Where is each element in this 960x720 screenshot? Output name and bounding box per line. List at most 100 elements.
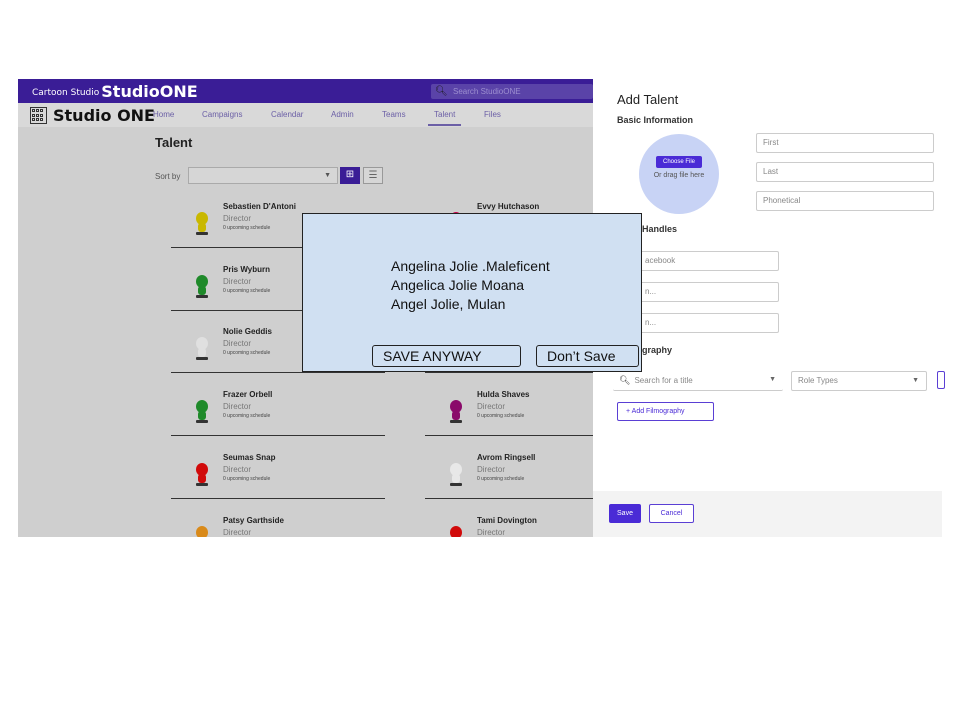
talent-schedule: 0 upcoming schedule bbox=[223, 413, 271, 419]
dialog-message-line: Angel Jolie, Mulan bbox=[391, 296, 506, 312]
avatar-body bbox=[198, 474, 206, 483]
talent-role: Director bbox=[223, 402, 252, 411]
brand-logo[interactable]: Studio ONE bbox=[30, 106, 155, 125]
talent-name: Tami Dovington bbox=[477, 516, 537, 525]
avatar-body bbox=[452, 474, 460, 483]
drag-hint: Or drag file here bbox=[653, 172, 705, 179]
search-icon: 🔍︎ bbox=[435, 86, 448, 97]
app-grid-icon bbox=[30, 107, 47, 124]
character-avatar-icon bbox=[447, 526, 465, 537]
talent-name: Nolie Geddis bbox=[223, 327, 272, 336]
nav-campaigns[interactable]: Campaigns bbox=[202, 110, 242, 119]
talent-schedule: 0 upcoming schedule bbox=[477, 413, 525, 419]
talent-card[interactable]: Seumas Snap Director 0 upcoming schedule bbox=[171, 449, 385, 499]
avatar-feet bbox=[196, 357, 208, 360]
save-anyway-button[interactable]: SAVE ANYWAY bbox=[372, 345, 521, 367]
nav-talent[interactable]: Talent bbox=[427, 110, 462, 126]
nav-teams[interactable]: Teams bbox=[382, 110, 406, 119]
talent-role: Director bbox=[223, 528, 252, 537]
filmography-heading: graphy bbox=[642, 345, 673, 355]
list-view-button[interactable]: ☰ bbox=[363, 167, 383, 184]
nav-calendar[interactable]: Calendar bbox=[271, 110, 303, 119]
avatar-body bbox=[452, 411, 460, 420]
sort-label: Sort by bbox=[155, 172, 181, 181]
avatar-body bbox=[198, 223, 206, 232]
grid-view-button[interactable]: ⊞ bbox=[340, 167, 360, 184]
chevron-down-icon: ▼ bbox=[324, 172, 331, 179]
dont-save-button[interactable]: Don’t Save bbox=[536, 345, 639, 367]
avatar-body bbox=[198, 286, 206, 295]
character-avatar-icon bbox=[193, 337, 211, 361]
chevron-down-icon: ▼ bbox=[769, 376, 776, 383]
talent-card[interactable]: Frazer Orbell Director 0 upcoming schedule bbox=[171, 386, 385, 436]
talent-role: Director bbox=[223, 214, 252, 223]
social-handles-heading: l Handles bbox=[637, 224, 678, 234]
sort-select[interactable]: ▼ bbox=[188, 167, 338, 184]
talent-role: Director bbox=[223, 339, 252, 348]
avatar-feet bbox=[196, 232, 208, 235]
panel-footer: Save Cancel bbox=[593, 491, 942, 537]
avatar-feet bbox=[196, 483, 208, 486]
brand-logo-small[interactable]: Cartoon Studio StudioONE bbox=[32, 82, 198, 101]
social-field-3[interactable]: n... bbox=[633, 313, 779, 333]
global-search-input[interactable]: 🔍︎ Search StudioONE bbox=[431, 84, 593, 99]
panel-title: Add Talent bbox=[617, 92, 679, 107]
nav-bar: Studio ONE Home Campaigns Calendar Admin… bbox=[18, 103, 593, 127]
avatar-feet bbox=[196, 295, 208, 298]
talent-role: Director bbox=[223, 465, 252, 474]
card-divider bbox=[171, 435, 385, 436]
last-name-field[interactable]: Last bbox=[756, 162, 934, 182]
add-filmography-button[interactable]: + Add Filmography bbox=[617, 402, 714, 421]
talent-role: Director bbox=[477, 402, 506, 411]
card-divider bbox=[171, 372, 385, 373]
talent-name: Seumas Snap bbox=[223, 453, 276, 462]
talent-card[interactable]: Patsy Garthside Director bbox=[171, 512, 385, 537]
role-types-select[interactable]: Role Types ▼ bbox=[791, 371, 927, 391]
grid-view-icon: ⊞ bbox=[345, 169, 355, 180]
top-bar: Cartoon Studio StudioONE 🔍︎ Search Studio… bbox=[18, 79, 593, 103]
first-name-field[interactable]: First bbox=[756, 133, 934, 153]
social-field-2[interactable]: n... bbox=[633, 282, 779, 302]
dialog-message-line: Angelica Jolie Moana bbox=[391, 277, 525, 293]
avatar-body bbox=[198, 411, 206, 420]
extra-control-button[interactable] bbox=[937, 371, 945, 389]
talent-role: Director bbox=[223, 277, 252, 286]
talent-schedule: 0 upcoming schedule bbox=[477, 476, 525, 482]
talent-name: Hulda Shaves bbox=[477, 390, 530, 399]
character-avatar-icon bbox=[193, 400, 211, 424]
duplicate-warning-dialog: Angelina Jolie .Maleficent Angelica Joli… bbox=[302, 213, 642, 372]
character-avatar-icon bbox=[193, 212, 211, 236]
avatar-body bbox=[198, 348, 206, 357]
talent-name: Sebastien D'Antoni bbox=[223, 202, 297, 211]
save-button[interactable]: Save bbox=[609, 504, 641, 523]
talent-schedule: 0 upcoming schedule bbox=[223, 288, 271, 294]
avatar-feet bbox=[450, 420, 462, 423]
list-view-icon: ☰ bbox=[368, 170, 378, 181]
phonetical-field[interactable]: Phonetical bbox=[756, 191, 934, 211]
avatar-head bbox=[196, 526, 208, 537]
chevron-down-icon: ▼ bbox=[912, 377, 919, 384]
talent-name: Pris Wyburn bbox=[223, 265, 270, 274]
nav-files[interactable]: Files bbox=[484, 110, 501, 119]
search-icon: 🔍︎ bbox=[619, 375, 631, 385]
talent-role: Director bbox=[477, 528, 506, 537]
character-avatar-icon bbox=[193, 526, 211, 537]
talent-schedule: 0 upcoming schedule bbox=[223, 225, 271, 231]
title-search-input[interactable]: 🔍︎ Search for a title ▼ bbox=[613, 371, 783, 391]
avatar-head bbox=[450, 526, 462, 537]
character-avatar-icon bbox=[193, 463, 211, 487]
cancel-button[interactable]: Cancel bbox=[649, 504, 694, 523]
talent-role: Director bbox=[477, 465, 506, 474]
dialog-message-line: Angelina Jolie .Maleficent bbox=[391, 258, 550, 274]
talent-schedule: 0 upcoming schedule bbox=[223, 350, 271, 356]
page-title: Talent bbox=[155, 135, 193, 150]
photo-dropzone[interactable]: Choose File Or drag file here bbox=[639, 134, 719, 214]
add-talent-panel: Add Talent Basic Information Choose File… bbox=[593, 79, 945, 537]
facebook-field[interactable]: acebook bbox=[633, 251, 779, 271]
talent-name: Evvy Hutchason bbox=[477, 202, 540, 211]
character-avatar-icon bbox=[193, 275, 211, 299]
nav-home[interactable]: Home bbox=[153, 110, 174, 119]
nav-admin[interactable]: Admin bbox=[331, 110, 354, 119]
choose-file-button[interactable]: Choose File bbox=[656, 156, 702, 168]
talent-name: Frazer Orbell bbox=[223, 390, 273, 399]
